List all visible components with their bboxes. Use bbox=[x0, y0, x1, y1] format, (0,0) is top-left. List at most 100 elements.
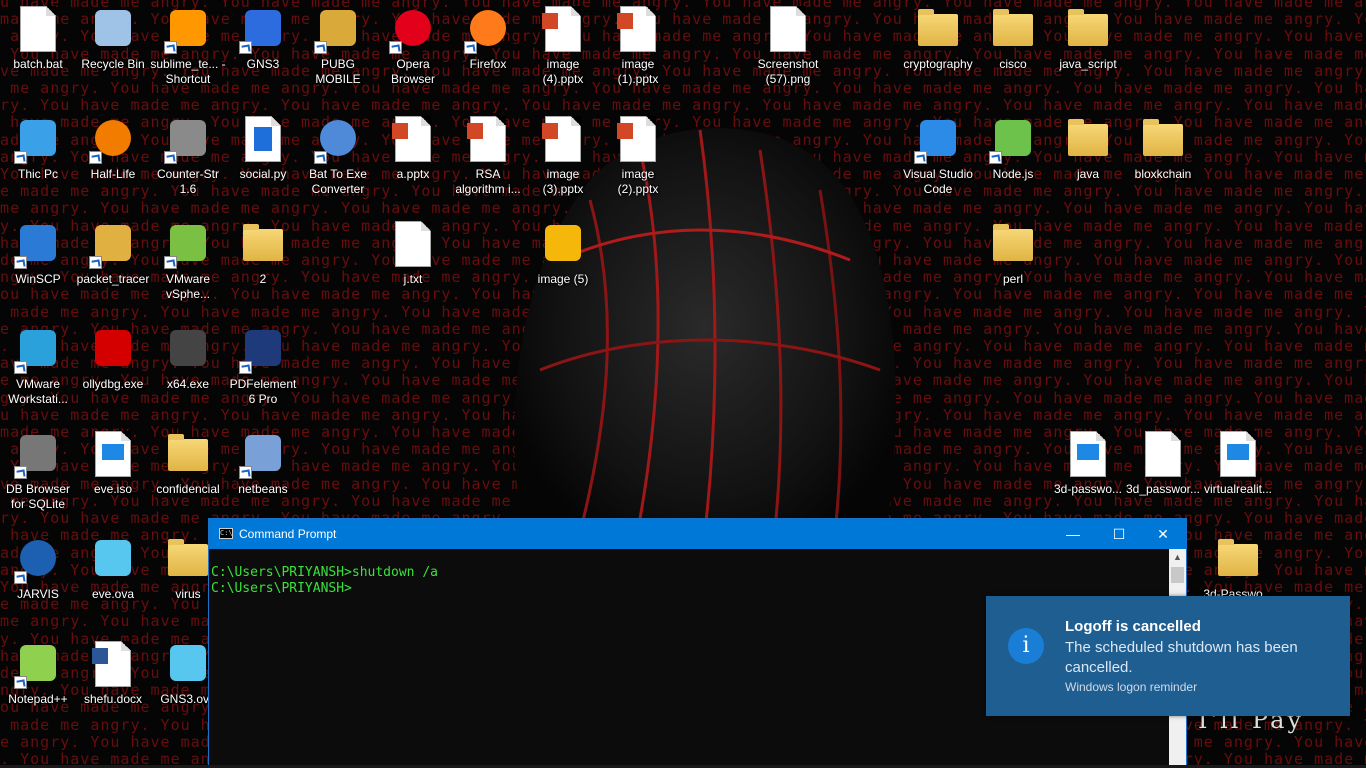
desktop-icon[interactable]: 3d_passwor... bbox=[1125, 425, 1201, 525]
desktop-icon-label: Recycle Bin bbox=[81, 57, 145, 71]
desktop-icon[interactable]: Visual Studio Code bbox=[900, 110, 976, 210]
desktop-icon[interactable]: VMware Workstati... bbox=[0, 320, 76, 420]
pptx-icon bbox=[614, 6, 662, 54]
desktop-icon[interactable]: Half-Life bbox=[75, 110, 151, 210]
pptx-icon bbox=[539, 6, 587, 54]
database-icon bbox=[14, 431, 62, 479]
nodejs-icon bbox=[989, 116, 1037, 164]
desktop-icon[interactable]: image (2).pptx bbox=[600, 110, 676, 210]
desktop-icon-label: image (1).pptx bbox=[617, 57, 659, 86]
desktop-icon[interactable]: 2 bbox=[225, 215, 301, 315]
desktop-icon-label: Thic Pc bbox=[17, 167, 58, 181]
desktop-icon[interactable]: virtualrealit... bbox=[1200, 425, 1276, 525]
window-titlebar[interactable]: C:\ Command Prompt — ☐ ✕ bbox=[209, 519, 1186, 549]
desktop-icon[interactable]: Counter-Str 1.6 bbox=[150, 110, 226, 210]
desktop-icon-label: a.pptx bbox=[396, 167, 430, 181]
maximize-button[interactable]: ☐ bbox=[1096, 519, 1142, 549]
half-life-icon bbox=[89, 116, 137, 164]
desktop-icon[interactable]: VMware vSphe... bbox=[150, 215, 226, 315]
desktop-icon[interactable]: packet_tracer bbox=[75, 215, 151, 315]
word-doc-icon bbox=[89, 641, 137, 689]
desktop-icon[interactable]: DB Browser for SQLite bbox=[0, 425, 76, 525]
window-file-icon bbox=[1064, 431, 1112, 479]
desktop-icon-label: virtualrealit... bbox=[1203, 482, 1273, 496]
desktop-icon[interactable]: j.txt bbox=[375, 215, 451, 315]
gns3-icon bbox=[239, 6, 287, 54]
desktop-icon-label: Screenshot (57).png bbox=[757, 57, 819, 86]
desktop-icon[interactable]: image (4).pptx bbox=[525, 0, 601, 100]
ova-icon bbox=[164, 641, 212, 689]
scrollbar-thumb[interactable] bbox=[1171, 567, 1184, 583]
desktop-icon-label: PDFelement 6 Pro bbox=[229, 377, 297, 406]
desktop-icon-label: Visual Studio Code bbox=[903, 167, 973, 196]
desktop-icon[interactable]: bloxkchain bbox=[1125, 110, 1201, 210]
desktop-icon[interactable]: x64.exe bbox=[150, 320, 226, 420]
desktop-icon[interactable]: PUBG MOBILE bbox=[300, 0, 376, 100]
desktop-icon[interactable]: java_script bbox=[1050, 0, 1126, 100]
desktop-icon[interactable]: 3d-passwo... bbox=[1050, 425, 1126, 525]
minimize-button[interactable]: — bbox=[1050, 519, 1096, 549]
desktop-icon[interactable]: java bbox=[1050, 110, 1126, 210]
pptx-icon bbox=[464, 116, 512, 164]
folder-icon bbox=[239, 221, 287, 269]
desktop-icon-label: image (3).pptx bbox=[542, 167, 584, 196]
desktop-icon-label: 2 bbox=[259, 272, 267, 286]
desktop-icon[interactable]: Recycle Bin bbox=[75, 0, 151, 100]
desktop-icon[interactable]: GNS3 bbox=[225, 0, 301, 100]
desktop-icon-label: cisco bbox=[999, 57, 1027, 71]
toast-title: Logoff is cancelled bbox=[1065, 618, 1201, 635]
shortcut-arrow-icon bbox=[314, 41, 327, 54]
desktop-icon[interactable]: Bat To Exe Converter bbox=[300, 110, 376, 210]
desktop-icon-label: confidencial bbox=[156, 482, 220, 496]
window-title: Command Prompt bbox=[239, 527, 337, 541]
desktop-icon-label: image (4).pptx bbox=[542, 57, 584, 86]
desktop-icon[interactable]: image (5) bbox=[525, 215, 601, 315]
desktop-icon-label: shefu.docx bbox=[83, 692, 143, 706]
desktop-icon[interactable]: image (1).pptx bbox=[600, 0, 676, 100]
desktop-icon[interactable]: shefu.docx bbox=[75, 635, 151, 735]
desktop-icon[interactable]: cryptography bbox=[900, 0, 976, 100]
recycle-bin-icon bbox=[89, 6, 137, 54]
desktop-icon-label: j.txt bbox=[403, 272, 423, 286]
window-file-icon bbox=[89, 431, 137, 479]
desktop-icon[interactable]: a.pptx bbox=[375, 110, 451, 210]
desktop-icon[interactable]: Node.js bbox=[975, 110, 1051, 210]
desktop-icon-label: perl bbox=[1002, 272, 1023, 286]
desktop-icon[interactable]: Opera Browser bbox=[375, 0, 451, 100]
packet-tracer-icon bbox=[89, 221, 137, 269]
desktop-icon[interactable]: perl bbox=[975, 215, 1051, 315]
shortcut-arrow-icon bbox=[389, 41, 402, 54]
desktop-icon[interactable]: Thic Pc bbox=[0, 110, 76, 210]
desktop-icon[interactable]: PDFelement 6 Pro bbox=[225, 320, 301, 420]
desktop-icon[interactable]: Notepad++ bbox=[0, 635, 76, 735]
desktop-icon[interactable]: confidencial bbox=[150, 425, 226, 525]
desktop-icon-label: VMware Workstati... bbox=[8, 377, 68, 406]
scroll-up-arrow-icon[interactable]: ▲ bbox=[1169, 549, 1186, 566]
close-button[interactable]: ✕ bbox=[1140, 519, 1186, 549]
desktop-icon[interactable]: Screenshot (57).png bbox=[750, 0, 826, 100]
desktop-icon-label: cryptography bbox=[903, 57, 973, 71]
opera-icon bbox=[389, 6, 437, 54]
desktop-icon[interactable]: Firefox bbox=[450, 0, 526, 100]
desktop-icon[interactable]: WinSCP bbox=[0, 215, 76, 315]
desktop-icon-label: sublime_te... - Shortcut bbox=[150, 57, 226, 86]
desktop-icon[interactable]: eve.ova bbox=[75, 530, 151, 630]
desktop-icon[interactable]: eve.iso bbox=[75, 425, 151, 525]
desktop-icon[interactable]: batch.bat bbox=[0, 0, 76, 100]
desktop-icon[interactable]: JARVIS bbox=[0, 530, 76, 630]
shortcut-arrow-icon bbox=[14, 361, 27, 374]
desktop-icon[interactable]: sublime_te... - Shortcut bbox=[150, 0, 226, 100]
this-pc-icon bbox=[14, 116, 62, 164]
desktop-icon[interactable]: cisco bbox=[975, 0, 1051, 100]
desktop-icon[interactable]: netbeans bbox=[225, 425, 301, 525]
python-file-icon bbox=[239, 116, 287, 164]
shortcut-arrow-icon bbox=[989, 151, 1002, 164]
notification-toast[interactable]: i Logoff is cancelled The scheduled shut… bbox=[986, 596, 1350, 716]
desktop-icon[interactable]: image (3).pptx bbox=[525, 110, 601, 210]
desktop-icon-label: bloxkchain bbox=[1134, 167, 1192, 181]
desktop-icon[interactable]: social.py bbox=[225, 110, 301, 210]
desktop-icon[interactable]: RSA algorithm i... bbox=[450, 110, 526, 210]
folder-icon bbox=[914, 6, 962, 54]
desktop-icon-label: ollydbg.exe bbox=[82, 377, 144, 391]
desktop-icon[interactable]: ollydbg.exe bbox=[75, 320, 151, 420]
